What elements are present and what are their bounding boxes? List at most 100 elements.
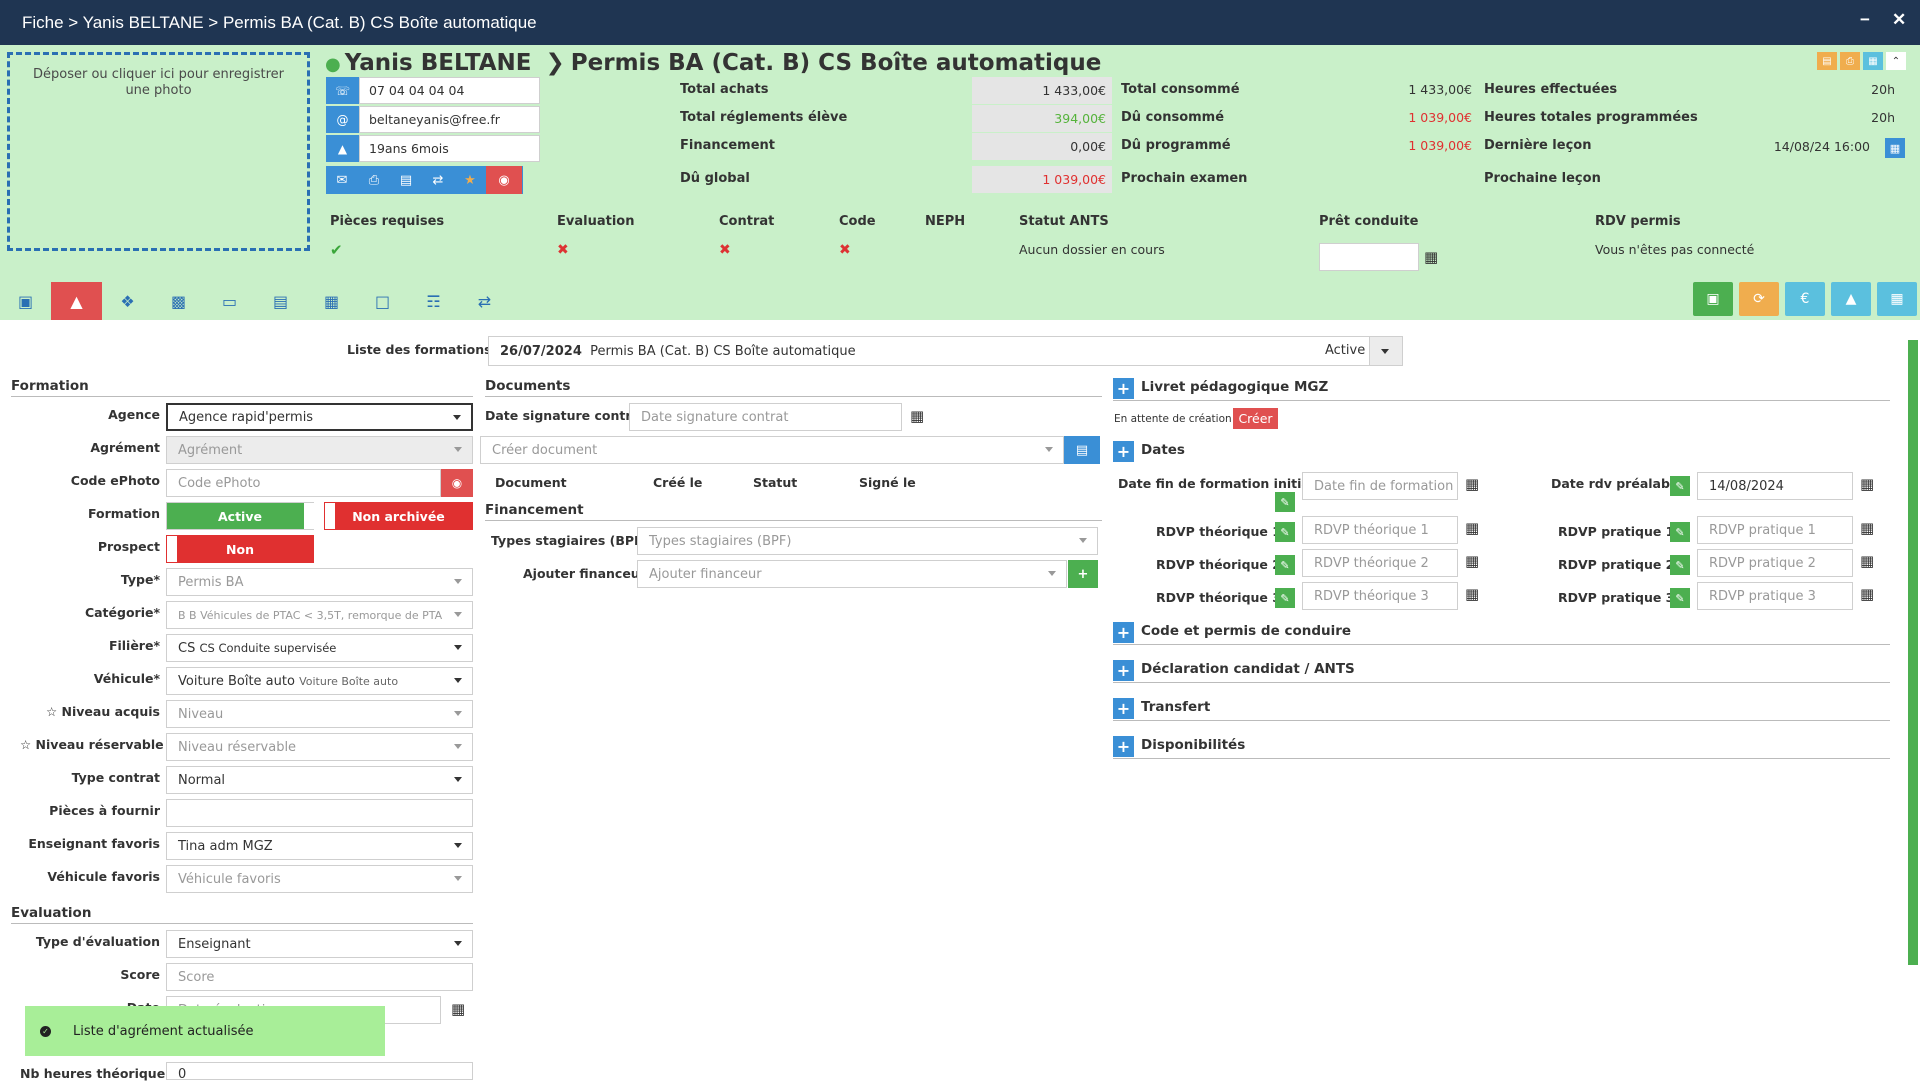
save-button[interactable]: ▣ — [1693, 282, 1733, 316]
categorie-select[interactable]: B B Véhicules de PTAC < 3,5T, remorque d… — [166, 601, 473, 629]
ajouter-financeur-select[interactable]: Ajouter financeur — [637, 560, 1067, 588]
pencil-icon[interactable]: ✎ — [1275, 588, 1295, 608]
plus-icon[interactable]: + — [1113, 736, 1134, 757]
tab-groups[interactable]: ❖ — [102, 282, 153, 320]
tab-bank[interactable]: ▩ — [153, 282, 204, 320]
close-button[interactable]: ✕ — [1892, 10, 1906, 30]
calendar-icon[interactable]: ▦ — [1465, 519, 1479, 537]
rdvp-theorique-3-input[interactable]: RDVP théorique 3 — [1302, 582, 1458, 610]
niveau-acquis-select[interactable]: Niveau — [166, 700, 473, 728]
plus-icon[interactable]: + — [1113, 698, 1134, 719]
pencil-icon[interactable]: ✎ — [1670, 476, 1690, 496]
tab-transfer[interactable]: ⇄ — [459, 282, 510, 320]
dates-accordion[interactable]: + Dates — [1113, 440, 1890, 464]
types-stagiaires-select[interactable]: Types stagiaires (BPF) — [637, 527, 1098, 555]
calendar-icon[interactable]: ▦ — [1860, 552, 1874, 570]
calendar-icon[interactable]: ▦ — [1465, 475, 1479, 493]
pencil-icon[interactable]: ✎ — [1670, 588, 1690, 608]
rdvp-pratique-3-input[interactable]: RDVP pratique 3 — [1697, 582, 1853, 610]
rdvp-theorique-1-input[interactable]: RDVP théorique 1 — [1302, 516, 1458, 544]
print-icon[interactable]: ⎙ — [358, 166, 390, 194]
calendar-icon[interactable]: ▦ — [1860, 519, 1874, 537]
calendar-icon[interactable]: ▦ — [1424, 248, 1438, 266]
folder-open-icon[interactable]: ▤ — [1064, 436, 1100, 464]
tab-open-book[interactable]: ☶ — [408, 282, 459, 320]
type-contrat-select[interactable]: Normal — [166, 766, 473, 794]
calendar-icon[interactable]: ▦ — [1885, 138, 1905, 158]
tab-calculator[interactable]: ▦ — [306, 282, 357, 320]
pieces-input[interactable] — [166, 799, 473, 827]
camera-icon[interactable]: ◉ — [441, 469, 473, 497]
vehicule-select[interactable]: Voiture Boîte auto Voiture Boîte auto — [166, 667, 473, 695]
plus-icon[interactable]: + — [1113, 622, 1134, 643]
calendar-icon[interactable]: ▦ — [1465, 585, 1479, 603]
camera-icon[interactable]: ◉ — [486, 166, 522, 194]
agence-select[interactable]: Agence rapid'permis — [166, 403, 473, 431]
calendar-icon[interactable]: ▦ — [451, 1000, 465, 1018]
transfert-accordion[interactable]: + Transfert — [1113, 697, 1890, 721]
pret-conduite-input[interactable] — [1319, 243, 1419, 271]
star-icon[interactable]: ★ — [454, 166, 486, 194]
rdvp-pratique-2-input[interactable]: RDVP pratique 2 — [1697, 549, 1853, 577]
minimize-button[interactable]: − — [1860, 10, 1870, 30]
chevron-up-icon[interactable]: ⌃ — [1886, 52, 1906, 70]
filiere-select[interactable]: CS CS Conduite supervisée — [166, 634, 473, 662]
plus-icon[interactable]: + — [1113, 441, 1134, 462]
pencil-icon[interactable]: ✎ — [1670, 555, 1690, 575]
disponibilites-accordion[interactable]: + Disponibilités — [1113, 735, 1890, 759]
envelope-icon[interactable]: ✉ — [326, 166, 358, 194]
prospect-toggle[interactable]: Non — [166, 535, 314, 563]
niveau-reservable-select[interactable]: Niveau réservable — [166, 733, 473, 761]
email-value[interactable]: beltaneyanis@free.fr — [359, 106, 540, 133]
photo-dropzone[interactable]: Déposer ou cliquer ici pour enregistrer … — [7, 52, 310, 251]
calendar-icon[interactable]: ▦ — [1863, 52, 1883, 70]
calendar-icon[interactable]: ▦ — [1860, 585, 1874, 603]
refresh-button[interactable]: ⟳ — [1739, 282, 1779, 316]
formation-archive-toggle[interactable]: Non archivée — [324, 502, 473, 530]
calendar-icon[interactable]: ▦ — [1860, 475, 1874, 493]
score-input[interactable]: Score — [166, 963, 473, 991]
date-fin-formation-input[interactable]: Date fin de formation — [1302, 472, 1458, 500]
clipboard-icon[interactable]: ▤ — [1817, 52, 1837, 70]
calendar-button[interactable]: ▦ — [1877, 282, 1917, 316]
tab-book[interactable]: ▭ — [204, 282, 255, 320]
declaration-accordion[interactable]: + Déclaration candidat / ANTS — [1113, 659, 1890, 683]
pencil-icon[interactable]: ✎ — [1275, 522, 1295, 542]
nb-heures-input[interactable]: 0 — [166, 1062, 473, 1080]
rdvp-pratique-1-input[interactable]: RDVP pratique 1 — [1697, 516, 1853, 544]
plus-icon[interactable]: + — [1113, 378, 1134, 399]
scrollbar-thumb[interactable] — [1908, 340, 1918, 965]
pencil-icon[interactable]: ✎ — [1670, 522, 1690, 542]
creer-livret-button[interactable]: Créer — [1233, 408, 1278, 429]
tab-id-card[interactable]: ▤ — [255, 282, 306, 320]
pencil-icon[interactable]: ✎ — [1275, 492, 1295, 512]
tab-formation[interactable]: ▲ — [51, 282, 102, 320]
date-signature-input[interactable]: Date signature contrat — [629, 403, 902, 431]
enseignant-select[interactable]: Tina adm MGZ — [166, 832, 473, 860]
agrement-select[interactable]: Agrément — [166, 436, 473, 464]
type-select[interactable]: Permis BA — [166, 568, 473, 596]
pencil-icon[interactable]: ✎ — [1275, 555, 1295, 575]
phone-value[interactable]: 07 04 04 04 04 — [359, 77, 540, 104]
tab-document[interactable]: □ — [357, 282, 408, 320]
vehicule-favoris-select[interactable]: Véhicule favoris — [166, 865, 473, 893]
calendar-icon[interactable]: ▦ — [910, 407, 924, 425]
plus-icon[interactable]: + — [1113, 660, 1134, 681]
formations-select[interactable]: 26/07/2024 Permis BA (Cat. B) CS Boîte a… — [488, 336, 1403, 366]
vertical-scrollbar[interactable] — [1908, 330, 1918, 1080]
creer-document-select[interactable]: Créer document — [480, 436, 1064, 464]
formation-active-toggle[interactable]: Active — [166, 502, 314, 530]
payment-button[interactable]: € — [1785, 282, 1825, 316]
livret-accordion[interactable]: + Livret pédagogique MGZ — [1113, 377, 1890, 401]
type-evaluation-select[interactable]: Enseignant — [166, 930, 473, 958]
rdvp-theorique-2-input[interactable]: RDVP théorique 2 — [1302, 549, 1458, 577]
clipboard-icon[interactable]: ▤ — [390, 166, 422, 194]
date-rdv-input[interactable]: 14/08/2024 — [1697, 472, 1853, 500]
print-icon[interactable]: ⎙ — [1840, 52, 1860, 70]
cart-button[interactable]: ▲ — [1831, 282, 1871, 316]
retweet-icon[interactable]: ⇄ — [422, 166, 454, 194]
add-financeur-button[interactable]: + — [1068, 560, 1098, 588]
calendar-icon[interactable]: ▦ — [1465, 552, 1479, 570]
code-permis-accordion[interactable]: + Code et permis de conduire — [1113, 621, 1890, 645]
tab-contact[interactable]: ▣ — [0, 282, 51, 320]
